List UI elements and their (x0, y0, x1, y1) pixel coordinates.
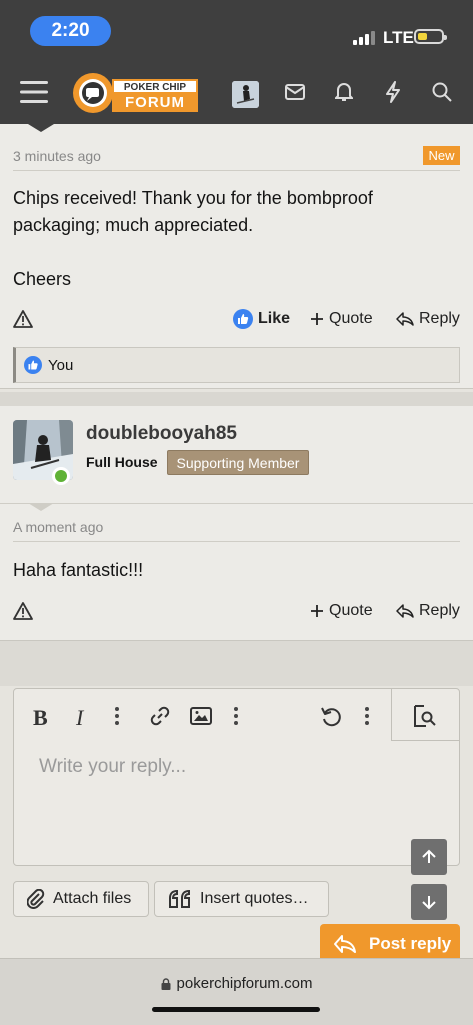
post-1-body-line-3: Cheers (13, 269, 72, 289)
logo-text-bottom: FORUM (112, 92, 198, 112)
reply-area-band (0, 641, 473, 686)
member-badge: Supporting Member (167, 450, 309, 475)
new-badge: New (423, 146, 460, 165)
reply-button[interactable]: Reply (396, 602, 460, 620)
user-avatar-icon[interactable] (232, 81, 259, 108)
thumbs-up-icon (233, 309, 253, 329)
undo-icon[interactable] (320, 705, 342, 727)
report-icon[interactable] (13, 310, 33, 328)
username[interactable]: doublebooyah85 (86, 423, 237, 445)
plus-icon (311, 605, 323, 617)
post-pointer (28, 503, 54, 511)
url-field[interactable]: pokerchipforum.com (0, 975, 473, 992)
image-icon[interactable] (190, 707, 212, 725)
likes-summary[interactable]: You (13, 347, 460, 383)
online-indicator (52, 467, 70, 485)
post-separator (0, 392, 473, 406)
post-2-body: Haha fantastic!!! (13, 560, 144, 580)
divider (13, 170, 460, 171)
reply-arrow-icon (396, 312, 414, 326)
url-text: pokerchipforum.com (176, 975, 313, 992)
italic-icon[interactable]: I (76, 705, 83, 731)
post-1-body-line-2: packaging; much appreciated. (13, 215, 254, 235)
post-pointer (28, 124, 54, 132)
user-rank: Full House (86, 454, 158, 470)
menu-icon[interactable] (20, 80, 48, 104)
quote-label: Quote (329, 602, 373, 619)
status-time: 2:20 (30, 16, 111, 46)
post-1-timestamp[interactable]: 3 minutes ago (13, 148, 101, 164)
paperclip-icon (27, 889, 45, 909)
reply-label: Reply (419, 310, 460, 327)
inbox-icon[interactable] (285, 84, 305, 100)
quote-marks-icon (169, 890, 190, 908)
quote-label: Quote (329, 310, 373, 327)
arrow-down-icon (422, 896, 436, 910)
reply-button[interactable]: Reply (396, 310, 460, 328)
more-options-icon[interactable] (365, 707, 369, 725)
post-1-body-line-1: Chips received! Thank you for the bombpr… (13, 188, 373, 208)
reply-label: Reply (419, 602, 460, 619)
insert-quotes-button[interactable]: Insert quotes… (154, 881, 329, 917)
signal-icon (353, 31, 379, 45)
search-icon[interactable] (432, 82, 452, 102)
scroll-down-button[interactable] (411, 884, 447, 920)
lock-icon (161, 977, 171, 990)
insert-quotes-label: Insert quotes… (200, 890, 309, 907)
network-label: LTE (383, 28, 414, 47)
divider (13, 541, 460, 542)
chip-logo-icon (73, 73, 113, 113)
home-indicator[interactable] (152, 1007, 320, 1012)
arrow-up-icon (422, 849, 436, 863)
more-options-icon[interactable] (234, 707, 238, 725)
battery-icon (414, 29, 447, 44)
lightning-icon[interactable] (385, 81, 401, 103)
likes-text: You (48, 356, 74, 374)
quote-button[interactable]: Quote (310, 602, 373, 620)
site-logo[interactable]: POKER CHIP FORUM (72, 72, 198, 114)
more-options-icon[interactable] (115, 707, 119, 725)
report-icon[interactable] (13, 602, 33, 620)
reply-arrow-icon (334, 935, 356, 953)
like-button[interactable]: Like (233, 309, 290, 329)
scroll-up-button[interactable] (411, 839, 447, 875)
link-icon[interactable] (149, 705, 171, 727)
attach-files-label: Attach files (53, 890, 132, 907)
attach-files-button[interactable]: Attach files (13, 881, 149, 917)
divider (0, 503, 473, 504)
bold-icon[interactable]: B (33, 705, 48, 731)
reply-arrow-icon (396, 604, 414, 618)
preview-icon[interactable] (413, 705, 437, 727)
thumbs-up-icon (24, 356, 42, 374)
post-2-timestamp[interactable]: A moment ago (13, 519, 103, 535)
plus-icon (311, 313, 323, 325)
post-reply-label: Post reply (369, 934, 452, 953)
quote-button[interactable]: Quote (310, 310, 373, 328)
bell-icon[interactable] (335, 82, 353, 102)
reply-input-placeholder[interactable]: Write your reply... (39, 756, 186, 778)
like-label: Like (258, 310, 291, 327)
